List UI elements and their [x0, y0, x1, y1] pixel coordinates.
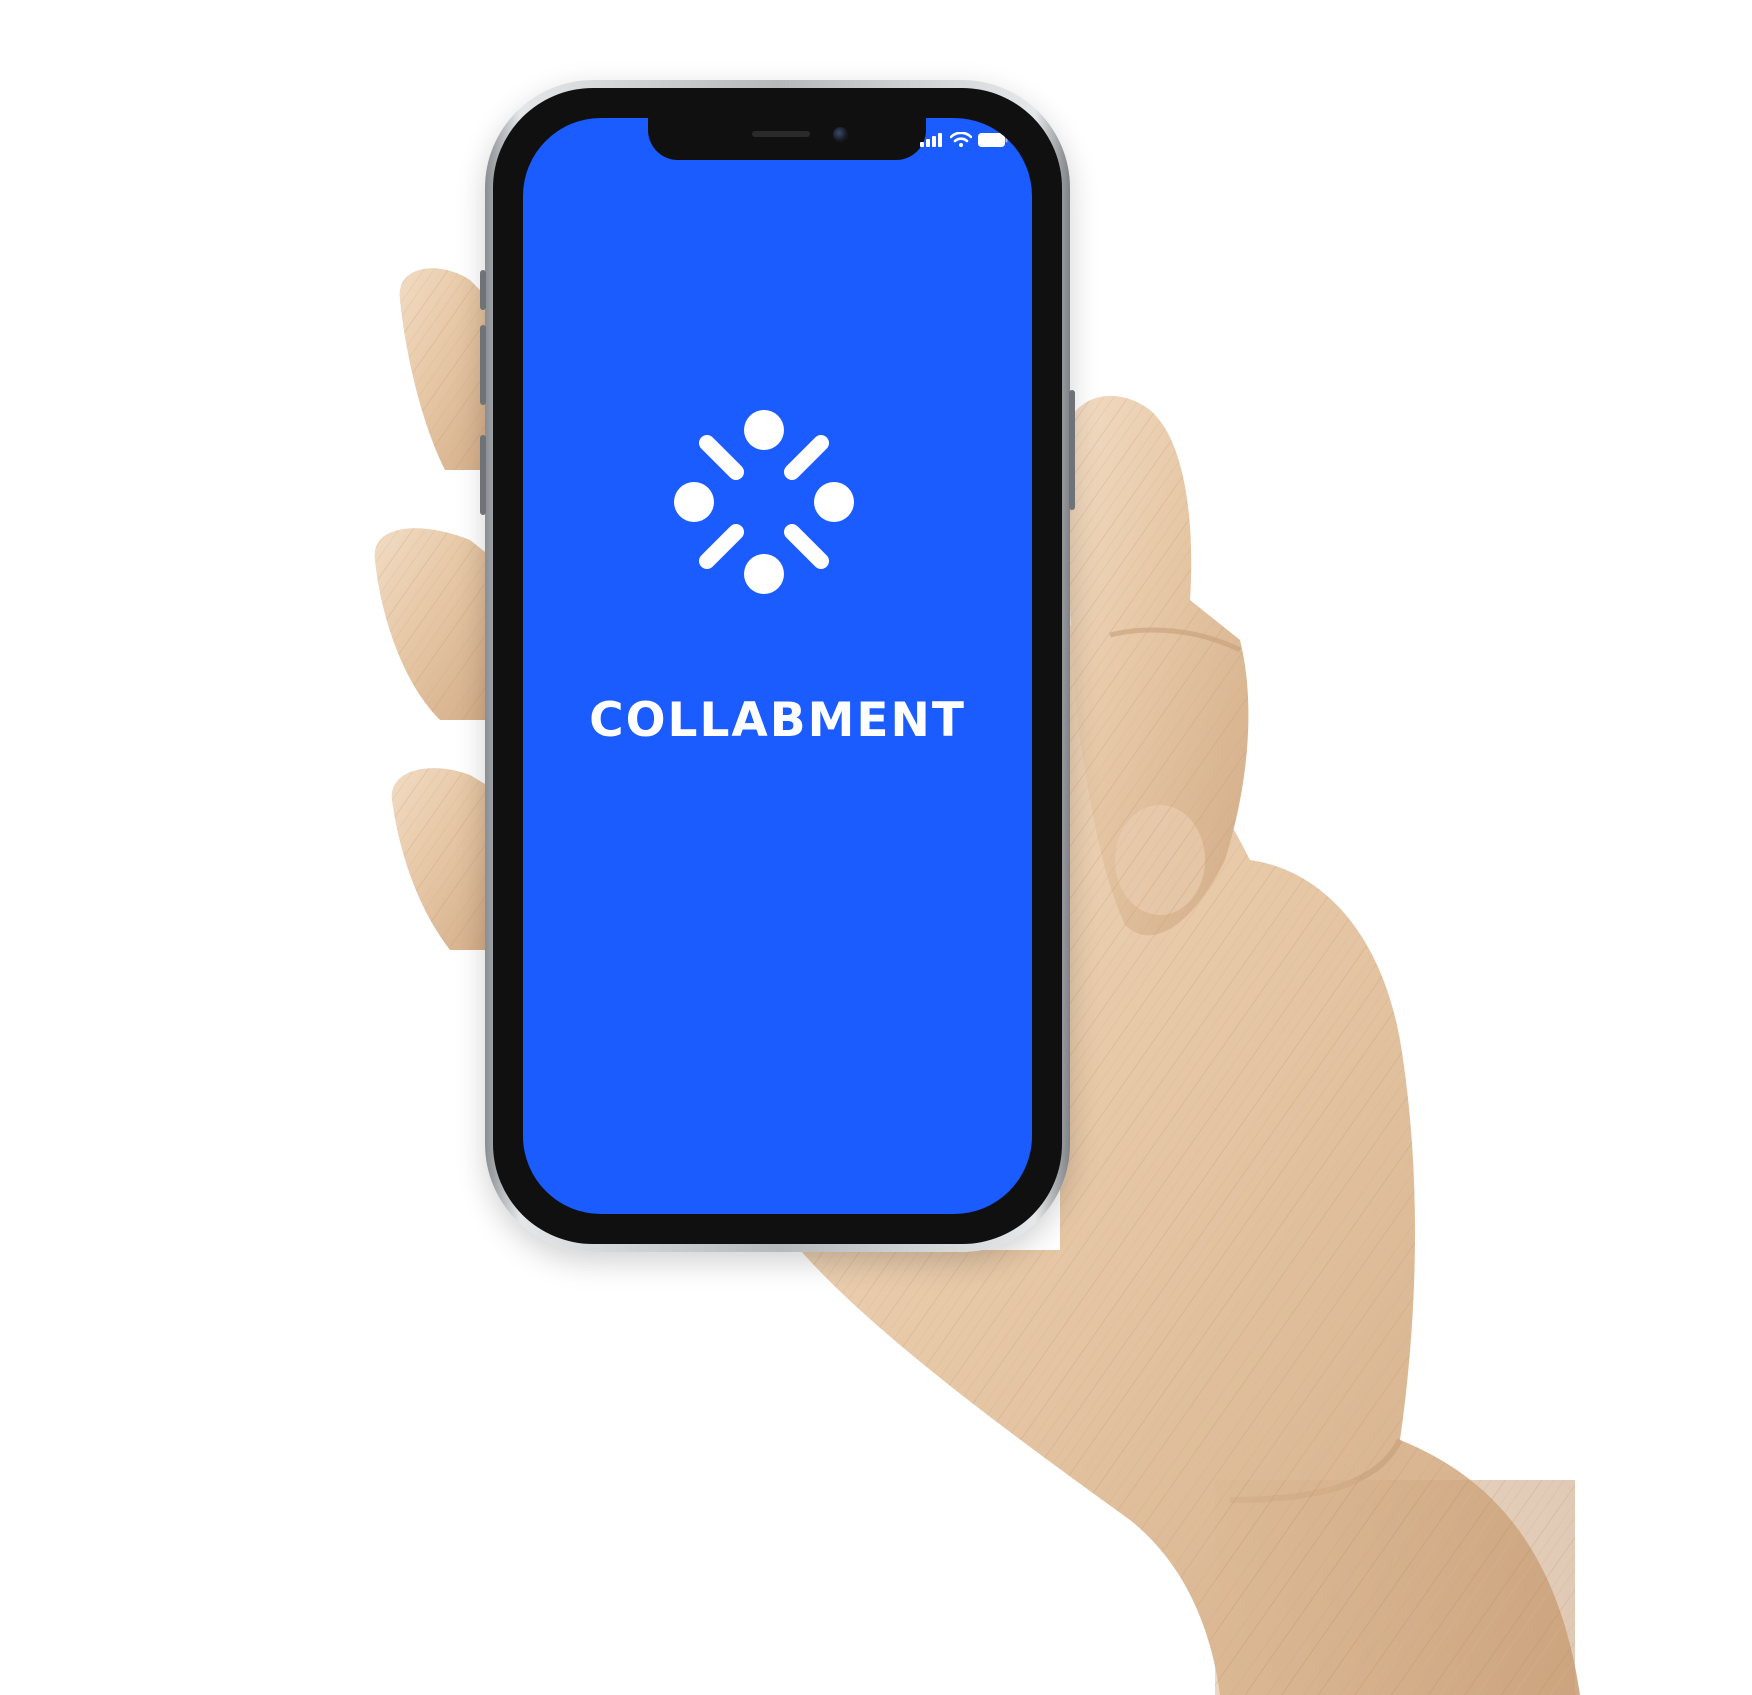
phone-bezel: COLLABMENT — [493, 88, 1062, 1244]
power-button — [1069, 390, 1075, 510]
volume-down-button — [480, 325, 486, 405]
smartphone: COLLABMENT — [480, 80, 1075, 1252]
silent-switch — [480, 435, 486, 515]
front-camera — [833, 127, 848, 142]
app-name: COLLABMENT — [589, 693, 966, 748]
app-splash-screen[interactable]: COLLABMENT — [523, 118, 1032, 1214]
volume-up-button — [480, 270, 486, 310]
collabment-logo-icon — [674, 410, 854, 594]
wifi-icon — [950, 132, 972, 147]
product-mockup: COLLABMENT — [0, 0, 1752, 1695]
battery-icon — [978, 132, 1008, 147]
finger-ring — [391, 768, 495, 950]
cellular-signal-icon — [920, 132, 942, 147]
status-bar — [920, 132, 1008, 147]
notch — [648, 118, 926, 160]
speaker-grille — [752, 131, 810, 137]
finger-middle — [374, 528, 495, 720]
